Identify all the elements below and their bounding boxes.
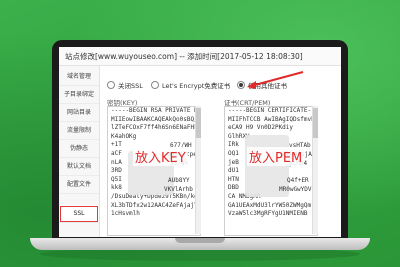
pem-line: -----BEGIN CERTIFICATE----- <box>228 107 318 114</box>
key-scrollbar[interactable] <box>195 106 201 234</box>
sidebar-item-subdir[interactable]: 子目录绑定 <box>59 86 99 104</box>
pem-line: eCA9 H9 Vn0D2PKdiy <box>228 124 294 132</box>
sidebar-item-ssl[interactable]: SSL <box>59 205 99 223</box>
dialog-title: 站点修改[www.wuyouseo.com] -- 添加时间[2017-05-1… <box>65 52 303 61</box>
sidebar-item-site-dir[interactable]: 网站目录 <box>59 104 99 122</box>
letsencrypt-radio[interactable]: Let's Encrypt免费证书 <box>151 80 230 90</box>
key-line: lZTeFCOxF7ff4h6Sn6ENaFHkgMR <box>111 124 201 132</box>
radio-dot-icon <box>107 81 115 89</box>
pem-line: GA1UEAxMdU3lrYW50ZWMgQm <box>228 201 312 209</box>
red-arrow-icon <box>247 71 304 89</box>
radio-selected-icon <box>237 81 245 89</box>
scroll-thumb[interactable] <box>313 108 318 138</box>
pem-overlay-label: 放入PEM <box>247 147 305 166</box>
pem-textarea[interactable]: -----BEGIN CERTIFICATE----- MIIFhTCCB Aw… <box>224 106 318 236</box>
sidebar-item-domain[interactable]: 域名管理 <box>59 68 99 86</box>
pem-line: VzaW5lc3MgRFYgU1NMIENB <box>228 210 308 218</box>
sidebar-item-rewrite[interactable]: 伪静态 <box>59 140 99 158</box>
ssl-off-label: 关闭SSL <box>118 82 143 90</box>
pem-scrollbar[interactable] <box>312 106 318 234</box>
settings-sidebar: 域名管理 子目录绑定 网站目录 流量限制 伪静态 默认文档 配置文件 SSL <box>59 66 100 237</box>
pem-fragment: Q4f+ER <box>287 177 309 184</box>
sidebar-item-default-doc[interactable]: 默认文档 <box>59 158 99 176</box>
letsencrypt-label: Let's Encrypt免费证书 <box>162 82 231 90</box>
ssl-off-radio[interactable]: 关闭SSL <box>107 80 143 90</box>
scroll-thumb[interactable] <box>196 108 201 138</box>
key-line: 1cHsvmlh <box>111 210 140 218</box>
pem-fragment: MR0wGwYDV <box>279 186 312 193</box>
key-fragment: VKVlArhb <box>164 186 193 193</box>
key-line: -----BEGIN RSA PRIVATE KEY----- <box>111 107 200 114</box>
key-fragment: AUb8YY <box>168 177 190 184</box>
key-line: XL3bTDfx2w12AAC4ZeFAjajYt5I <box>111 201 201 209</box>
key-textarea[interactable]: -----BEGIN RSA PRIVATE KEY----- MIIEowIB… <box>107 106 201 236</box>
key-line: MIIEowIBAAKCAQEAkQo0sBQ/N <box>111 115 201 123</box>
sidebar-item-traffic-limit[interactable]: 流量限制 <box>59 122 99 140</box>
laptop-notch <box>175 238 225 243</box>
key-line: K4ahOKg <box>111 132 137 140</box>
radio-dot-icon <box>151 81 159 89</box>
pem-line: MIIFhTCCB AwIBAgIQDsfmvh <box>228 115 315 123</box>
site-edit-dialog: 站点修改[www.wuyouseo.com] -- 添加时间[2017-05-1… <box>59 47 341 237</box>
key-overlay-label: 放入KEY <box>133 147 188 166</box>
sidebar-item-config-file[interactable]: 配置文件 <box>59 176 99 194</box>
dialog-title-bar: 站点修改[www.wuyouseo.com] -- 添加时间[2017-05-1… <box>59 47 341 66</box>
